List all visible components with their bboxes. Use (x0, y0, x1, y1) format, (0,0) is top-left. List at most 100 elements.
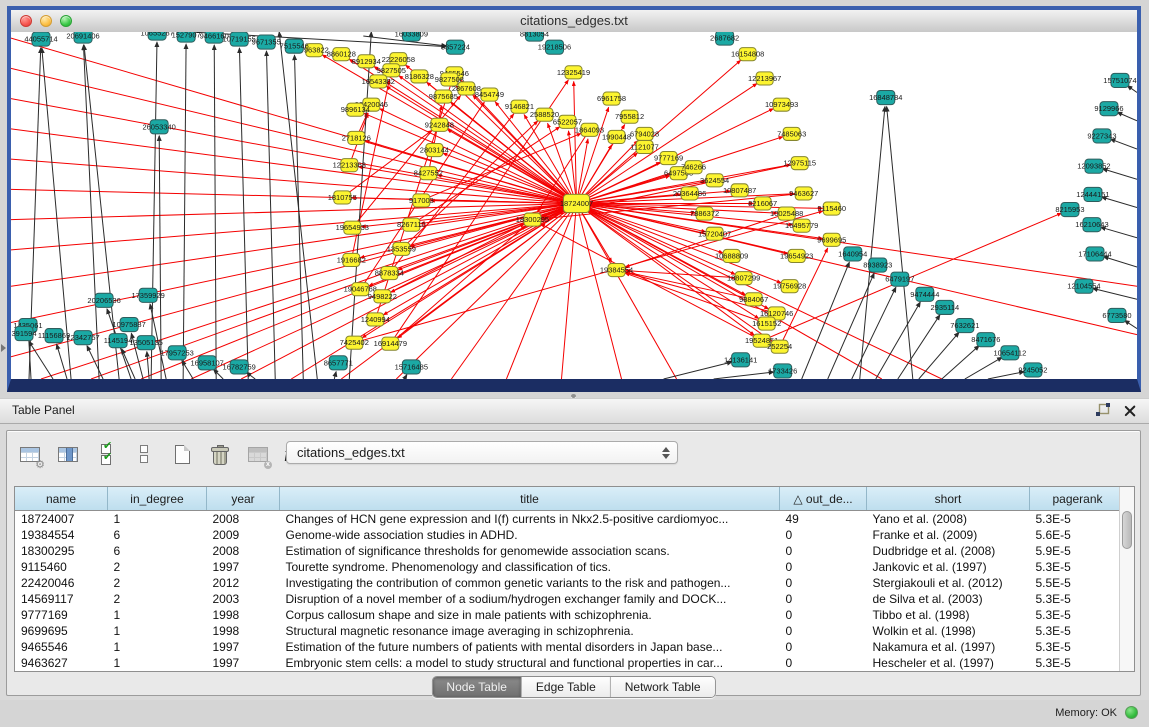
table-cell[interactable]: Wolkin et al. (1998) (867, 623, 1030, 639)
table-cell[interactable]: 2 (108, 591, 207, 607)
graph-node[interactable]: 17359929 (131, 288, 164, 302)
table-row[interactable]: 946362711997Embryonic stem cells: a mode… (15, 655, 1126, 671)
deselect-all-rows-button[interactable] (131, 441, 157, 467)
table-row[interactable]: 977716911998Corpus callosum shape and si… (15, 607, 1126, 623)
graph-edge[interactable] (714, 372, 774, 379)
graph-node[interactable]: 44055714 (24, 32, 57, 46)
graph-node[interactable]: 7425402 (340, 336, 369, 349)
graph-edge[interactable] (1125, 320, 1137, 328)
graph-edge[interactable] (87, 346, 103, 379)
graph-node[interactable]: 9474444 (910, 287, 939, 301)
table-cell[interactable]: Disruption of a novel member of a sodium… (280, 591, 780, 607)
graph-edge[interactable] (664, 362, 732, 379)
table-cell[interactable]: 2003 (207, 591, 280, 607)
minimize-window-button[interactable] (40, 15, 52, 27)
graph-node[interactable]: 6794028 (630, 127, 659, 140)
column-header-out_de[interactable]: △ out_de... (780, 487, 867, 511)
table-cell[interactable]: 14569117 (15, 591, 108, 607)
create-new-table-button[interactable] (169, 441, 195, 467)
table-cell[interactable]: 2008 (207, 543, 280, 559)
graph-node[interactable]: 15716485 (395, 360, 428, 374)
table-cell[interactable]: 0 (780, 543, 867, 559)
table-cell[interactable]: 5.3E-5 (1030, 559, 1126, 575)
graph-edge[interactable] (1110, 139, 1137, 149)
table-cell[interactable]: 9463627 (15, 655, 108, 671)
graph-node[interactable]: 9245052 (1018, 363, 1047, 377)
graph-node[interactable]: 6773580 (1102, 308, 1131, 322)
table-cell[interactable]: 2 (108, 575, 207, 591)
graph-node[interactable]: 391594 (12, 327, 37, 341)
graph-node[interactable]: 2687682 (710, 32, 739, 45)
table-cell[interactable]: 49 (780, 511, 867, 528)
table-cell[interactable]: 5.3E-5 (1030, 607, 1126, 623)
table-cell[interactable]: 5.3E-5 (1030, 511, 1126, 528)
vertical-scrollbar[interactable] (1119, 487, 1134, 671)
graph-node[interactable]: 1527907 (172, 32, 201, 42)
graph-node[interactable]: 6479197 (885, 272, 914, 286)
graph-edge[interactable] (151, 42, 157, 379)
delete-entries-button[interactable] (207, 441, 233, 467)
table-cell[interactable]: 5.3E-5 (1030, 639, 1126, 655)
graph-edge[interactable] (83, 45, 99, 379)
graph-edge[interactable] (147, 352, 149, 379)
table-cell[interactable]: 2009 (207, 527, 280, 543)
select-columns-button[interactable] (55, 441, 81, 467)
table-cell[interactable]: Stergiakouli et al. (2012) (867, 575, 1030, 591)
table-cell[interactable]: 1 (108, 607, 207, 623)
graph-node[interactable]: 16958107 (191, 356, 224, 370)
table-cell[interactable]: Tibbo et al. (1998) (867, 607, 1030, 623)
graph-node[interactable]: 11156869 (38, 329, 70, 343)
column-header-pagerank[interactable]: pagerank (1030, 487, 1126, 511)
graph-node[interactable]: 10688809 (715, 249, 748, 262)
graph-node[interactable]: 10807487 (723, 184, 756, 197)
table-cell[interactable]: 0 (780, 591, 867, 607)
graph-node[interactable]: 12104554 (1067, 279, 1100, 293)
table-cell[interactable]: 0 (780, 623, 867, 639)
table-cell[interactable]: 1997 (207, 639, 280, 655)
graph-node[interactable]: 12444151 (1076, 187, 1109, 201)
graph-edge[interactable] (379, 109, 576, 204)
close-panel-icon[interactable] (1123, 404, 1136, 417)
graph-node[interactable]: 1240994 (361, 313, 390, 326)
table-cell[interactable]: 1 (108, 623, 207, 639)
graph-node[interactable]: 2803144 (420, 143, 449, 156)
graph-edge[interactable] (266, 51, 275, 379)
graph-edge[interactable] (852, 287, 896, 379)
table-cell[interactable]: 1997 (207, 559, 280, 575)
table-select-dropdown[interactable]: citations_edges.txt (286, 441, 678, 464)
table-row[interactable]: 911546021997Tourette syndrome. Phenomeno… (15, 559, 1126, 575)
graph-node[interactable]: 20691406 (66, 32, 99, 43)
select-all-rows-button[interactable]: ✔ ✔ (93, 441, 119, 467)
table-cell[interactable]: 0 (780, 575, 867, 591)
graph-edge[interactable] (11, 203, 577, 286)
graph-node[interactable]: 7886372 (690, 207, 719, 220)
graph-node[interactable]: 10654112 (994, 346, 1027, 360)
tab-node-table[interactable]: Node Table (432, 677, 522, 697)
table-row[interactable]: 2242004622012Investigating the contribut… (15, 575, 1126, 591)
table-cell[interactable]: Nakamura et al. (1997) (867, 639, 1030, 655)
graph-node[interactable]: 19756928 (773, 280, 806, 293)
graph-node[interactable]: 19654933 (336, 221, 369, 234)
table-row[interactable]: 969969511998Structural magnetic resonanc… (15, 623, 1126, 639)
table-cell[interactable]: 2008 (207, 511, 280, 528)
graph-node[interactable]: 16033809 (395, 32, 428, 41)
table-cell[interactable]: 5.9E-5 (1030, 543, 1126, 559)
close-window-button[interactable] (20, 15, 32, 27)
graph-edge[interactable] (1117, 112, 1137, 121)
table-cell[interactable]: 19384554 (15, 527, 108, 543)
graph-node[interactable]: 12342757 (66, 331, 99, 345)
hidden-panel-arrow-icon[interactable] (1, 344, 6, 352)
graph-node[interactable]: 1145194 (104, 334, 133, 348)
table-cell[interactable]: Yano et al. (2008) (867, 511, 1030, 528)
citation-graph[interactable]: 1872400718300295193845547963822886012889… (11, 32, 1137, 379)
graph-node[interactable]: 1990448 (602, 130, 631, 143)
graph-node[interactable]: 9671355 (252, 35, 281, 49)
table-cell[interactable]: Estimation of the future numbers of pati… (280, 639, 780, 655)
table-cell[interactable]: 1 (108, 511, 207, 528)
table-cell[interactable]: 0 (780, 527, 867, 543)
graph-edge[interactable] (876, 302, 921, 379)
graph-node[interactable]: 8657771 (324, 356, 353, 370)
table-cell[interactable]: 18724007 (15, 511, 108, 528)
table-cell[interactable]: 2 (108, 559, 207, 575)
column-header-short[interactable]: short (867, 487, 1030, 511)
